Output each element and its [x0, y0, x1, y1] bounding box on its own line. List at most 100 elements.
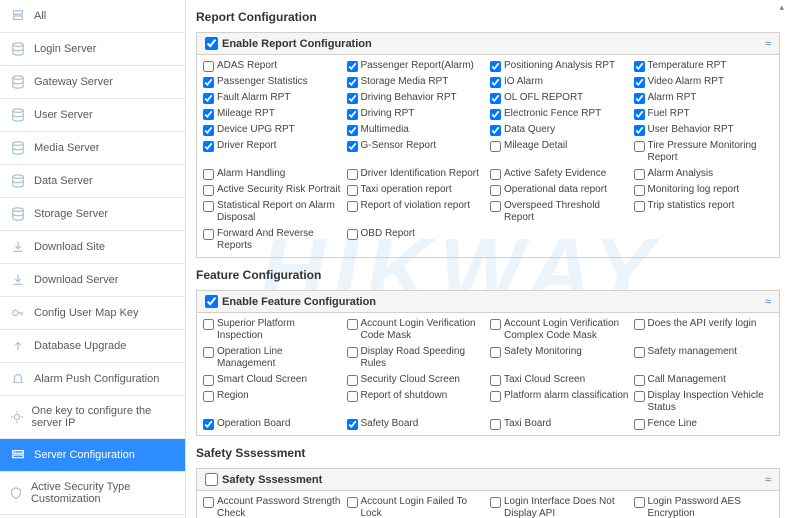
- checkbox[interactable]: [347, 319, 358, 330]
- checkbox[interactable]: [347, 109, 358, 120]
- enable-feature-checkbox[interactable]: [205, 295, 218, 308]
- checkbox[interactable]: [634, 141, 645, 152]
- checkbox-item[interactable]: Electronic Fence RPT: [490, 107, 630, 121]
- checkbox[interactable]: [634, 375, 645, 386]
- checkbox[interactable]: [490, 319, 501, 330]
- checkbox-item[interactable]: Device UPG RPT: [203, 123, 343, 137]
- checkbox[interactable]: [203, 125, 214, 136]
- checkbox-item[interactable]: Fault Alarm RPT: [203, 91, 343, 105]
- sidebar-item-login-server[interactable]: Login Server: [0, 33, 185, 66]
- checkbox[interactable]: [490, 391, 501, 402]
- checkbox-item[interactable]: Fence Line: [634, 417, 774, 431]
- checkbox[interactable]: [347, 201, 358, 212]
- checkbox[interactable]: [347, 77, 358, 88]
- checkbox-item[interactable]: Taxi operation report: [347, 183, 487, 197]
- checkbox-item[interactable]: Display Inspection Vehicle Status: [634, 389, 774, 415]
- checkbox[interactable]: [490, 185, 501, 196]
- checkbox-item[interactable]: Safety Board: [347, 417, 487, 431]
- checkbox-item[interactable]: Driver Report: [203, 139, 343, 165]
- checkbox[interactable]: [490, 141, 501, 152]
- checkbox[interactable]: [490, 61, 501, 72]
- sidebar-item-gateway-server[interactable]: Gateway Server: [0, 66, 185, 99]
- checkbox-item[interactable]: Active Security Risk Portrait: [203, 183, 343, 197]
- checkbox-item[interactable]: Monitoring log report: [634, 183, 774, 197]
- checkbox[interactable]: [203, 61, 214, 72]
- checkbox-item[interactable]: Driving Behavior RPT: [347, 91, 487, 105]
- checkbox-item[interactable]: Driver Identification Report: [347, 167, 487, 181]
- checkbox[interactable]: [490, 77, 501, 88]
- checkbox-item[interactable]: Mileage Detail: [490, 139, 630, 165]
- checkbox-item[interactable]: Region: [203, 389, 343, 415]
- checkbox-item[interactable]: User Behavior RPT: [634, 123, 774, 137]
- checkbox-item[interactable]: Safety Monitoring: [490, 345, 630, 371]
- checkbox[interactable]: [347, 93, 358, 104]
- checkbox-item[interactable]: Smart Cloud Screen: [203, 373, 343, 387]
- checkbox-item[interactable]: Taxi Board: [490, 417, 630, 431]
- checkbox-item[interactable]: Passenger Statistics: [203, 75, 343, 89]
- checkbox-item[interactable]: Trip statistics report: [634, 199, 774, 225]
- checkbox-item[interactable]: Account Password Strength Check: [203, 495, 343, 518]
- checkbox[interactable]: [203, 77, 214, 88]
- checkbox-item[interactable]: Account Login Verification Code Mask: [347, 317, 487, 343]
- checkbox[interactable]: [490, 125, 501, 136]
- checkbox-item[interactable]: Display Road Speeding Rules: [347, 345, 487, 371]
- sidebar-item-one-key-to-configure-the-server-ip[interactable]: One key to configure the server IP: [0, 396, 185, 439]
- checkbox[interactable]: [634, 347, 645, 358]
- checkbox[interactable]: [203, 185, 214, 196]
- checkbox-item[interactable]: Alarm Handling: [203, 167, 343, 181]
- sidebar-item-alarm-push-configuration[interactable]: Alarm Push Configuration: [0, 363, 185, 396]
- checkbox[interactable]: [634, 201, 645, 212]
- checkbox-item[interactable]: IO Alarm: [490, 75, 630, 89]
- checkbox[interactable]: [347, 375, 358, 386]
- checkbox-item[interactable]: Report of violation report: [347, 199, 487, 225]
- checkbox-item[interactable]: Platform alarm classification: [490, 389, 630, 415]
- checkbox[interactable]: [634, 93, 645, 104]
- checkbox[interactable]: [490, 375, 501, 386]
- checkbox[interactable]: [347, 347, 358, 358]
- collapse-icon[interactable]: ≈: [765, 38, 771, 50]
- checkbox[interactable]: [203, 497, 214, 508]
- checkbox-item[interactable]: Positioning Analysis RPT: [490, 59, 630, 73]
- checkbox-item[interactable]: OBD Report: [347, 227, 487, 253]
- checkbox-item[interactable]: Operational data report: [490, 183, 630, 197]
- checkbox-item[interactable]: Account Login Verification Complex Code …: [490, 317, 630, 343]
- sidebar-item-config-user-map-key[interactable]: Config User Map Key: [0, 297, 185, 330]
- checkbox[interactable]: [634, 185, 645, 196]
- checkbox-item[interactable]: Taxi Cloud Screen: [490, 373, 630, 387]
- checkbox-item[interactable]: Safety management: [634, 345, 774, 371]
- checkbox-item[interactable]: Active Safety Evidence: [490, 167, 630, 181]
- checkbox[interactable]: [634, 497, 645, 508]
- report-panel-header[interactable]: Enable Report Configuration ≈: [197, 33, 779, 55]
- checkbox-item[interactable]: Fuel RPT: [634, 107, 774, 121]
- checkbox-item[interactable]: Call Management: [634, 373, 774, 387]
- checkbox[interactable]: [203, 141, 214, 152]
- checkbox-item[interactable]: Overspeed Threshold Report: [490, 199, 630, 225]
- checkbox[interactable]: [634, 391, 645, 402]
- checkbox[interactable]: [490, 419, 501, 430]
- feature-panel-header[interactable]: Enable Feature Configuration ≈: [197, 291, 779, 313]
- checkbox-item[interactable]: Mileage RPT: [203, 107, 343, 121]
- checkbox-item[interactable]: Video Alarm RPT: [634, 75, 774, 89]
- checkbox[interactable]: [347, 61, 358, 72]
- checkbox[interactable]: [347, 391, 358, 402]
- checkbox-item[interactable]: Operation Board: [203, 417, 343, 431]
- checkbox-item[interactable]: Alarm Analysis: [634, 167, 774, 181]
- checkbox[interactable]: [203, 201, 214, 212]
- checkbox-item[interactable]: Login Interface Does Not Display API: [490, 495, 630, 518]
- checkbox-item[interactable]: Tire Pressure Monitoring Report: [634, 139, 774, 165]
- sidebar-item-all[interactable]: All: [0, 0, 185, 33]
- checkbox[interactable]: [203, 391, 214, 402]
- checkbox[interactable]: [490, 201, 501, 212]
- checkbox[interactable]: [490, 93, 501, 104]
- checkbox-item[interactable]: Data Query: [490, 123, 630, 137]
- sidebar-item-download-server[interactable]: Download Server: [0, 264, 185, 297]
- sidebar-item-download-site[interactable]: Download Site: [0, 231, 185, 264]
- checkbox-item[interactable]: Temperature RPT: [634, 59, 774, 73]
- checkbox[interactable]: [634, 61, 645, 72]
- sidebar-item-database-upgrade[interactable]: Database Upgrade: [0, 330, 185, 363]
- sidebar-item-storage-server[interactable]: Storage Server: [0, 198, 185, 231]
- checkbox-item[interactable]: Does the API verify login: [634, 317, 774, 343]
- checkbox[interactable]: [634, 419, 645, 430]
- checkbox[interactable]: [203, 419, 214, 430]
- checkbox[interactable]: [634, 169, 645, 180]
